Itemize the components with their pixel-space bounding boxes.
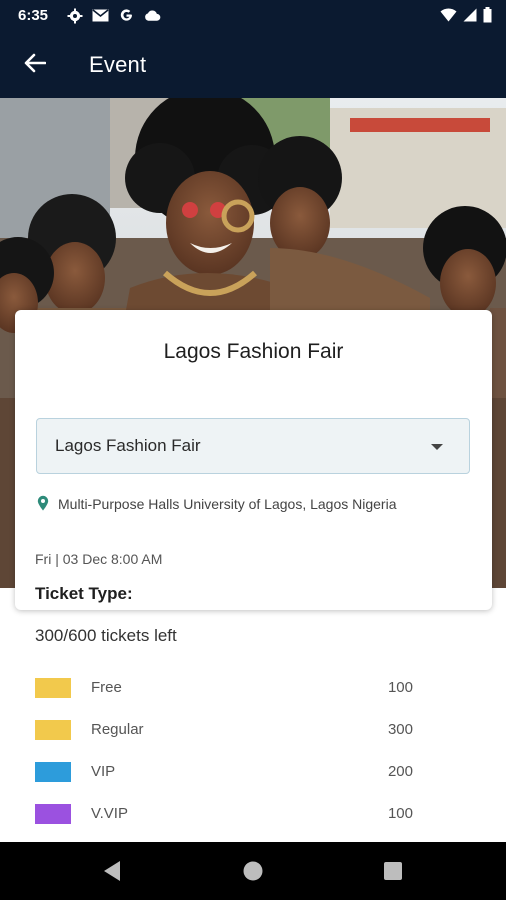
ticket-type-row[interactable]: Free 100 (35, 676, 415, 718)
caret-down-icon (431, 444, 443, 450)
event-date: Fri | 03 Dec 8:00 AM (35, 551, 163, 567)
event-title: Lagos Fashion Fair (163, 340, 344, 363)
cloud-icon (144, 7, 161, 24)
ticket-type-list: Free 100 Regular 300 VIP 200 V.VIP 100 (35, 676, 415, 844)
google-icon (118, 7, 135, 24)
ticket-type-row[interactable]: VIP 200 (35, 760, 415, 802)
event-card: Lagos Fashion Fair Lagos Fashion Fair Mu… (15, 310, 492, 610)
tickets-remaining: 300/600 tickets left (35, 626, 177, 645)
ticket-color-swatch (35, 804, 71, 824)
ticket-type-heading: Ticket Type: (35, 584, 133, 603)
ticket-name: Regular (91, 721, 144, 738)
system-navigation-bar (0, 842, 506, 900)
ticket-name: V.VIP (91, 805, 128, 822)
gear-icon (66, 7, 83, 24)
nav-recents-button[interactable] (381, 859, 405, 883)
nav-back-button[interactable] (100, 859, 124, 883)
status-bar: 6:35 (0, 0, 506, 32)
wifi-icon (440, 8, 457, 27)
nav-home-button[interactable] (241, 859, 265, 883)
page-title: Event (89, 52, 147, 77)
ticket-color-swatch (35, 720, 71, 740)
event-dropdown-value: Lagos Fashion Fair (55, 436, 201, 455)
ticket-count: 300 (387, 721, 413, 738)
event-dropdown[interactable]: Lagos Fashion Fair (36, 418, 470, 474)
ticket-name: Free (91, 679, 122, 696)
ticket-type-row[interactable]: Regular 300 (35, 718, 415, 760)
ticket-count: 100 (387, 805, 413, 822)
ticket-type-row[interactable]: V.VIP 100 (35, 802, 415, 844)
ticket-name: VIP (91, 763, 116, 780)
ticket-count: 200 (387, 763, 413, 780)
back-button[interactable] (20, 50, 50, 80)
ticket-count: 100 (387, 679, 413, 696)
ticket-color-swatch (35, 762, 71, 782)
status-time: 6:35 (18, 7, 49, 24)
app-bar: Event (0, 32, 506, 98)
status-system-icons (440, 7, 492, 28)
status-notification-icons (66, 7, 161, 24)
event-location: Multi-Purpose Halls University of Lagos,… (37, 494, 457, 514)
location-pin-icon (37, 495, 49, 511)
signal-icon (463, 8, 477, 27)
battery-icon (483, 7, 492, 28)
arrow-left-icon (24, 53, 47, 78)
ticket-color-swatch (35, 678, 71, 698)
gmail-icon (92, 7, 109, 24)
event-location-text: Multi-Purpose Halls University of Lagos,… (58, 496, 397, 512)
